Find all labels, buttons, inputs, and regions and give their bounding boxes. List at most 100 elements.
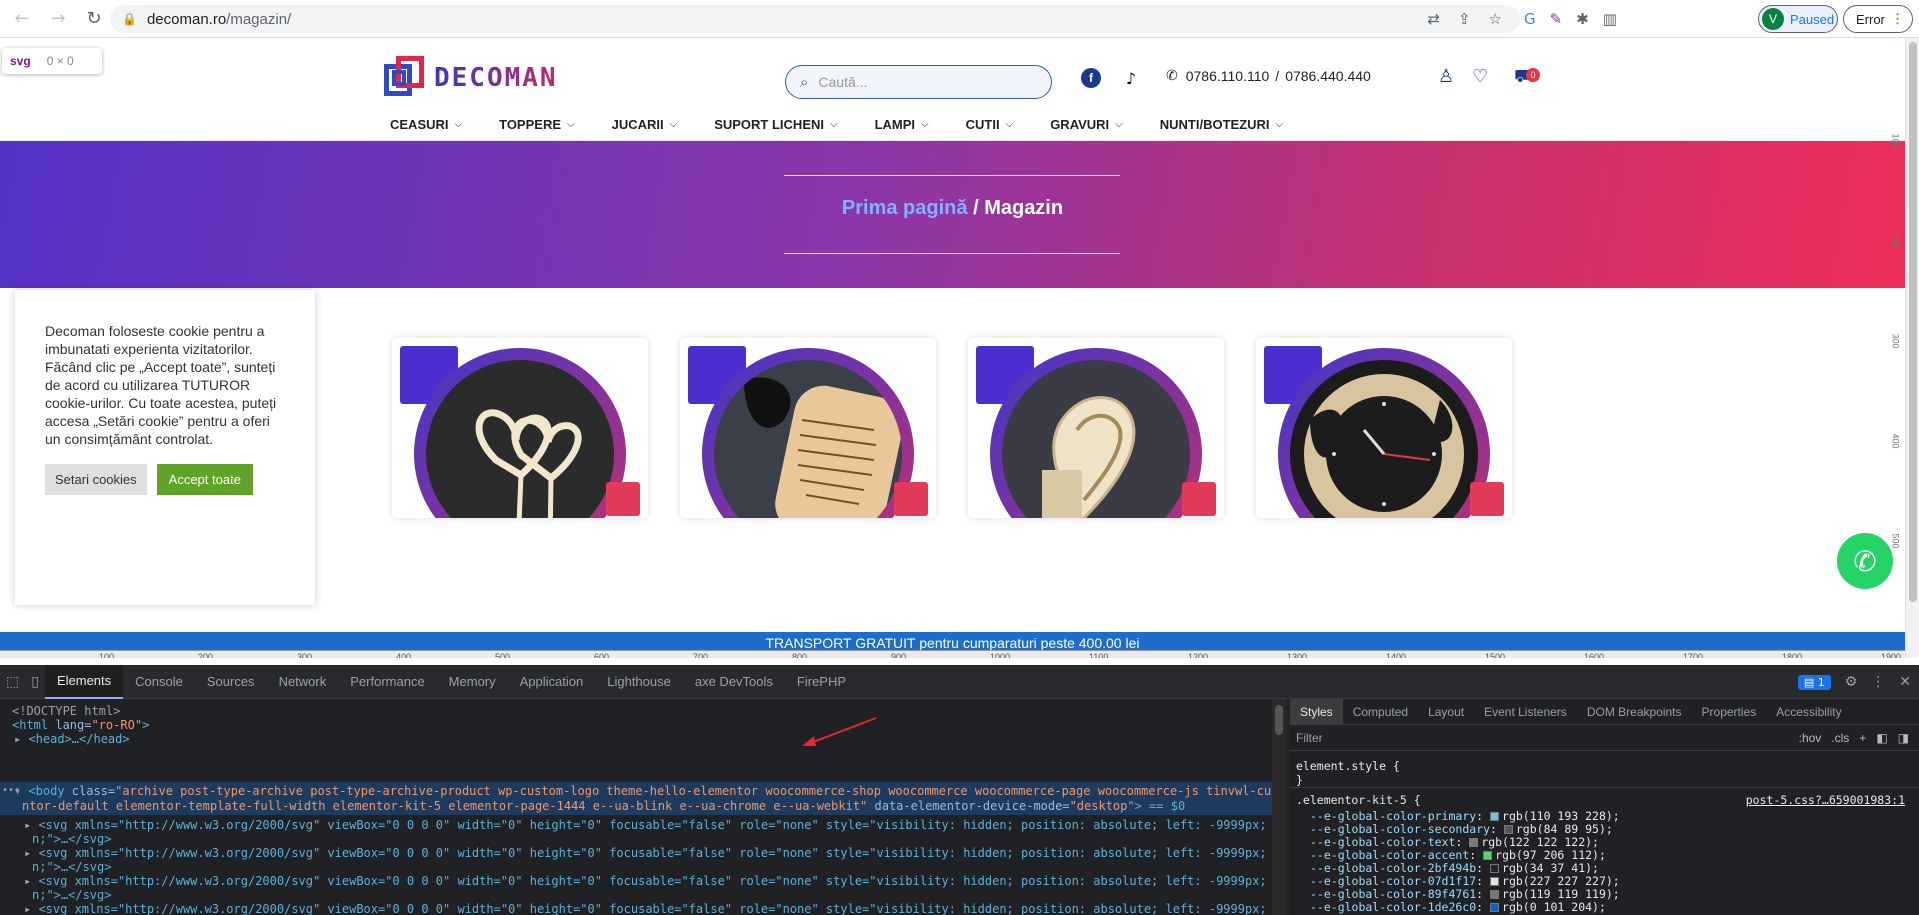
- profile-button[interactable]: V Paused: [1758, 5, 1838, 33]
- phone-1[interactable]: 0786.110.110: [1186, 68, 1270, 84]
- expand-arrow-icon[interactable]: ▸: [24, 874, 38, 888]
- dom-svg-node[interactable]: ▸ <svg xmlns="http://www.w3.org/2000/svg…: [24, 845, 1272, 862]
- styles-filter-input[interactable]: Filter :hov .cls + ◧ ◨: [1290, 725, 1919, 751]
- facebook-icon[interactable]: f: [1081, 68, 1101, 88]
- rule-source-link[interactable]: post-5.css?…659001983:1: [1746, 793, 1905, 807]
- css-variable-row[interactable]: --e-global-color-secondary: rgb(84 89 95…: [1310, 822, 1613, 836]
- element-style-rule[interactable]: element.style {: [1296, 759, 1400, 773]
- elements-scrollbar[interactable]: [1272, 699, 1286, 915]
- tiktok-icon[interactable]: ♪: [1121, 68, 1141, 88]
- dom-svg-node[interactable]: ▸ <svg xmlns="http://www.w3.org/2000/svg…: [24, 817, 1272, 834]
- tab-accessibility[interactable]: Accessibility: [1766, 699, 1851, 725]
- issues-badge[interactable]: ▤ 1: [1797, 674, 1831, 690]
- side-panel-icon[interactable]: ▥: [1603, 10, 1617, 28]
- product-card[interactable]: [680, 338, 936, 518]
- menu-item-ceasuri[interactable]: CEASURI ⌵: [390, 114, 462, 134]
- collapse-arrow-icon[interactable]: ▾: [14, 784, 28, 798]
- product-card[interactable]: [968, 338, 1224, 518]
- add-rule-icon[interactable]: +: [1859, 731, 1866, 745]
- css-variable-row[interactable]: --e-global-color-07d1f17: rgb(227 227 22…: [1310, 874, 1620, 888]
- expand-arrow-icon[interactable]: ▸: [24, 818, 38, 832]
- pen-extension-icon[interactable]: ✎: [1550, 10, 1563, 28]
- accept-all-button[interactable]: Accept toate: [156, 464, 253, 495]
- tab-lighthouse[interactable]: Lighthouse: [595, 665, 683, 699]
- tab-application[interactable]: Application: [508, 665, 596, 699]
- color-swatch-icon[interactable]: [1503, 825, 1513, 834]
- css-variable-row[interactable]: --e-global-color-accent: rgb(97 206 112)…: [1310, 848, 1606, 862]
- tab-elements[interactable]: Elements: [44, 664, 124, 699]
- product-card[interactable]: [392, 338, 648, 518]
- menu-item-suport-licheni[interactable]: SUPORT LICHENI ⌵: [714, 114, 837, 134]
- color-swatch-icon[interactable]: [1469, 838, 1479, 847]
- tab-computed[interactable]: Computed: [1343, 699, 1418, 725]
- menu-item-lampi[interactable]: LAMPI ⌵: [875, 114, 929, 134]
- share-icon[interactable]: ⇪: [1458, 10, 1471, 28]
- bookmark-star-icon[interactable]: ☆: [1489, 10, 1502, 28]
- color-swatch-icon[interactable]: [1483, 851, 1493, 860]
- tab-event-listeners[interactable]: Event Listeners: [1474, 699, 1577, 725]
- dom-body-cont[interactable]: ntor-default elementor-template-full-wid…: [22, 798, 1185, 815]
- sidebar-toggle-icon[interactable]: ◨: [1898, 731, 1909, 745]
- reload-icon[interactable]: ↻: [80, 5, 108, 33]
- search-input[interactable]: ⌕ Caută...: [785, 65, 1052, 99]
- menu-item-cutii[interactable]: CUTII ⌵: [966, 114, 1014, 134]
- tab-performance[interactable]: Performance: [338, 665, 436, 699]
- tab-layout[interactable]: Layout: [1418, 699, 1474, 725]
- back-icon[interactable]: ←: [8, 5, 36, 33]
- tab-console[interactable]: Console: [123, 665, 195, 699]
- dom-svg-node[interactable]: ▸ <svg xmlns="http://www.w3.org/2000/svg…: [24, 901, 1272, 915]
- expand-arrow-icon[interactable]: ▸: [24, 846, 38, 860]
- devtools-menu-icon[interactable]: ⋮: [1871, 674, 1885, 690]
- css-variable-row[interactable]: --e-global-color-text: rgb(122 122 122);: [1310, 835, 1599, 849]
- site-logo[interactable]: DECOMAN: [384, 56, 558, 100]
- whatsapp-icon[interactable]: ✆: [1837, 533, 1893, 589]
- inspect-element-icon[interactable]: ⬚: [0, 674, 25, 690]
- tab-firephp[interactable]: FirePHP: [785, 665, 858, 699]
- product-card[interactable]: [1256, 338, 1512, 518]
- wishlist-heart-icon[interactable]: ♡: [1472, 66, 1488, 87]
- color-swatch-icon[interactable]: [1490, 812, 1500, 821]
- address-bar[interactable]: 🔒 decoman.ro/magazin/ ⇄ ⇪ ☆: [110, 5, 1520, 33]
- settings-gear-icon[interactable]: ⚙: [1845, 674, 1858, 690]
- scrollbar-thumb[interactable]: [1909, 42, 1917, 602]
- translate-icon[interactable]: ⇄: [1427, 10, 1440, 28]
- menu-item-jucarii[interactable]: JUCARII ⌵: [612, 114, 678, 134]
- dom-head[interactable]: ▸ <head>…</head>: [14, 731, 130, 748]
- cookie-settings-button[interactable]: Setari cookies: [45, 464, 147, 495]
- page-scrollbar[interactable]: [1905, 38, 1919, 658]
- device-toolbar-icon[interactable]: ▯: [25, 674, 45, 690]
- tab-properties[interactable]: Properties: [1692, 699, 1767, 725]
- lock-icon[interactable]: 🔒: [122, 12, 137, 26]
- menu-item-nunti-botezuri[interactable]: NUNTI/BOTEZURI ⌵: [1160, 114, 1283, 134]
- css-variable-row[interactable]: --e-global-color-primary: rgb(110 193 22…: [1310, 809, 1620, 823]
- scrollbar-thumb[interactable]: [1275, 705, 1283, 735]
- close-icon[interactable]: ✕: [1899, 674, 1911, 690]
- breadcrumb-home[interactable]: Prima pagină: [842, 197, 968, 219]
- color-swatch-icon[interactable]: [1490, 903, 1500, 912]
- translate-extension-icon[interactable]: G: [1524, 10, 1536, 28]
- extensions-puzzle-icon[interactable]: ✱: [1576, 10, 1589, 28]
- tab-sources[interactable]: Sources: [195, 665, 267, 699]
- account-icon[interactable]: ♙: [1438, 66, 1454, 87]
- tab-dom-breakpoints[interactable]: DOM Breakpoints: [1577, 699, 1692, 725]
- forward-icon[interactable]: →: [44, 5, 72, 33]
- menu-item-gravuri[interactable]: GRAVURI ⌵: [1050, 114, 1123, 134]
- dom-svg-node[interactable]: ▸ <svg xmlns="http://www.w3.org/2000/svg…: [24, 873, 1272, 890]
- phone-2[interactable]: 0786.440.440: [1285, 68, 1371, 84]
- expand-arrow-icon[interactable]: ▸: [14, 732, 28, 746]
- cls-toggle[interactable]: .cls: [1831, 731, 1849, 745]
- tab-memory[interactable]: Memory: [437, 665, 508, 699]
- tab-network[interactable]: Network: [267, 665, 339, 699]
- paint-icon[interactable]: ◧: [1876, 731, 1887, 745]
- menu-item-toppere[interactable]: TOPPERE ⌵: [499, 114, 574, 134]
- color-swatch-icon[interactable]: [1490, 890, 1500, 899]
- css-variable-row[interactable]: --e-global-color-2bf494b: rgb(34 37 41);: [1310, 861, 1599, 875]
- color-swatch-icon[interactable]: [1490, 864, 1500, 873]
- kebab-menu-icon[interactable]: ⋮: [1891, 11, 1904, 27]
- error-button[interactable]: Error ⋮: [1843, 5, 1913, 33]
- tab-styles[interactable]: Styles: [1290, 698, 1343, 725]
- tab-axe-devtools[interactable]: axe DevTools: [683, 665, 785, 699]
- css-variable-row[interactable]: --e-global-color-89f4761: rgb(119 119 11…: [1310, 887, 1620, 901]
- color-swatch-icon[interactable]: [1490, 877, 1500, 886]
- rule-selector[interactable]: .elementor-kit-5 {: [1296, 793, 1421, 807]
